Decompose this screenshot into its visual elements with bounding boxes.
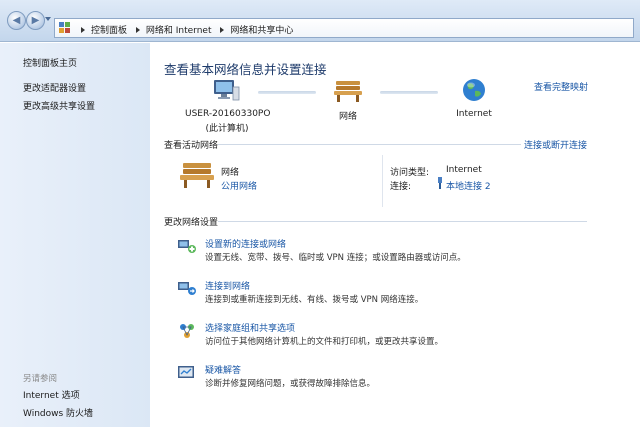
local-connection-link[interactable]: 本地连接 2	[446, 179, 491, 192]
access-type-label: 访问类型:	[390, 168, 430, 178]
troubleshoot-icon	[178, 366, 194, 378]
address-toolbar: ◀ ▶ 控制面板 网络和 Internet 网络和共享中心	[0, 0, 640, 42]
homegroup-link[interactable]: 选择家庭组和共享选项	[205, 321, 295, 334]
change-settings-heading: 更改网络设置	[164, 218, 219, 228]
divider	[218, 144, 521, 145]
divider	[218, 221, 587, 222]
arrow-left-icon: ◀	[12, 15, 21, 26]
troubleshoot-desc: 诊断并修复网络问题，或获得故障排除信息。	[205, 379, 376, 389]
access-type-value: Internet	[446, 165, 482, 175]
chevron-right-icon[interactable]	[135, 27, 140, 33]
computer-icon	[214, 80, 240, 101]
change-adapter-settings-link[interactable]: 更改适配器设置	[23, 81, 86, 94]
forward-button[interactable]: ▶	[26, 11, 45, 30]
change-settings-header: 更改网络设置	[164, 215, 587, 228]
page-title: 查看基本网络信息并设置连接	[164, 62, 327, 77]
connection-line	[380, 91, 438, 94]
active-networks-heading: 查看活动网络	[164, 141, 219, 151]
new-connection-icon	[178, 240, 196, 253]
globe-icon	[463, 79, 485, 101]
homegroup-icon	[180, 324, 194, 338]
active-network-panel: 网络 公用网络 访问类型: Internet 连接: 本地连接 2	[164, 155, 587, 207]
task-connect-network: 连接到网络 连接到或重新连接到无线、有线、拨号或 VPN 网络连接。	[172, 279, 592, 309]
breadcrumb-item[interactable]: 控制面板	[91, 26, 127, 36]
connect-network-icon	[178, 282, 196, 295]
breadcrumb-item[interactable]: 网络和 Internet	[146, 26, 212, 36]
recent-pages-dropdown[interactable]	[45, 17, 51, 21]
connect-network-desc: 连接到或重新连接到无线、有线、拨号或 VPN 网络连接。	[205, 295, 424, 305]
network-name: 网络	[221, 168, 240, 178]
breadcrumb-item[interactable]: 网络和共享中心	[230, 26, 293, 36]
network-type-link[interactable]: 公用网络	[221, 179, 257, 192]
bench-icon	[334, 81, 362, 102]
windows-firewall-link[interactable]: Windows 防火墙	[23, 406, 93, 419]
address-bar[interactable]: 控制面板 网络和 Internet 网络和共享中心	[54, 18, 634, 38]
internet-node-label: Internet	[456, 109, 492, 119]
homegroup-desc: 访问位于其他网络计算机上的文件和打印机，或更改共享设置。	[205, 337, 444, 347]
connection-label: 连接:	[390, 182, 412, 192]
network-adapter-icon	[438, 177, 442, 189]
chevron-right-icon[interactable]	[220, 27, 225, 33]
connect-network-link[interactable]: 连接到网络	[205, 279, 250, 292]
computer-sub-label: (此计算机)	[205, 124, 249, 134]
task-setup-connection: 设置新的连接或网络 设置无线、宽带、拨号、临时或 VPN 连接；或设置路由器或访…	[172, 237, 592, 267]
computer-name: USER-20160330PO	[185, 109, 271, 119]
change-advanced-sharing-link[interactable]: 更改高级共享设置	[23, 99, 95, 112]
divider	[382, 155, 383, 207]
task-homegroup: 选择家庭组和共享选项 访问位于其他网络计算机上的文件和打印机，或更改共享设置。	[172, 321, 592, 351]
connection-line	[258, 91, 316, 94]
control-panel-home-link[interactable]: 控制面板主页	[23, 56, 77, 69]
internet-options-link[interactable]: Internet 选项	[23, 388, 80, 401]
see-also-heading: 另请参阅	[23, 374, 58, 384]
arrow-right-icon: ▶	[31, 15, 40, 26]
task-troubleshoot: 疑难解答 诊断并修复网络问题，或获得故障排除信息。	[172, 363, 592, 393]
network-node-label: 网络	[338, 112, 357, 122]
view-full-map-link[interactable]: 查看完整映射	[534, 80, 588, 93]
control-panel-icon	[59, 22, 71, 34]
troubleshoot-link[interactable]: 疑难解答	[205, 363, 241, 376]
connect-disconnect-link[interactable]: 连接或断开连接	[524, 138, 587, 151]
breadcrumb: 控制面板 网络和 Internet 网络和共享中心	[75, 23, 293, 36]
main-content: 查看基本网络信息并设置连接 查看完整映射 USER-20160330PO (此计…	[150, 43, 640, 427]
setup-connection-link[interactable]: 设置新的连接或网络	[205, 237, 286, 250]
chevron-right-icon[interactable]	[81, 27, 85, 33]
bench-icon	[180, 163, 214, 188]
setup-connection-desc: 设置无线、宽带、拨号、临时或 VPN 连接；或设置路由器或访问点。	[205, 253, 466, 263]
active-networks-header: 查看活动网络 连接或断开连接	[164, 138, 587, 151]
left-pane: 控制面板主页 更改适配器设置 更改高级共享设置 另请参阅 Internet 选项…	[0, 43, 150, 427]
back-button[interactable]: ◀	[7, 11, 26, 30]
